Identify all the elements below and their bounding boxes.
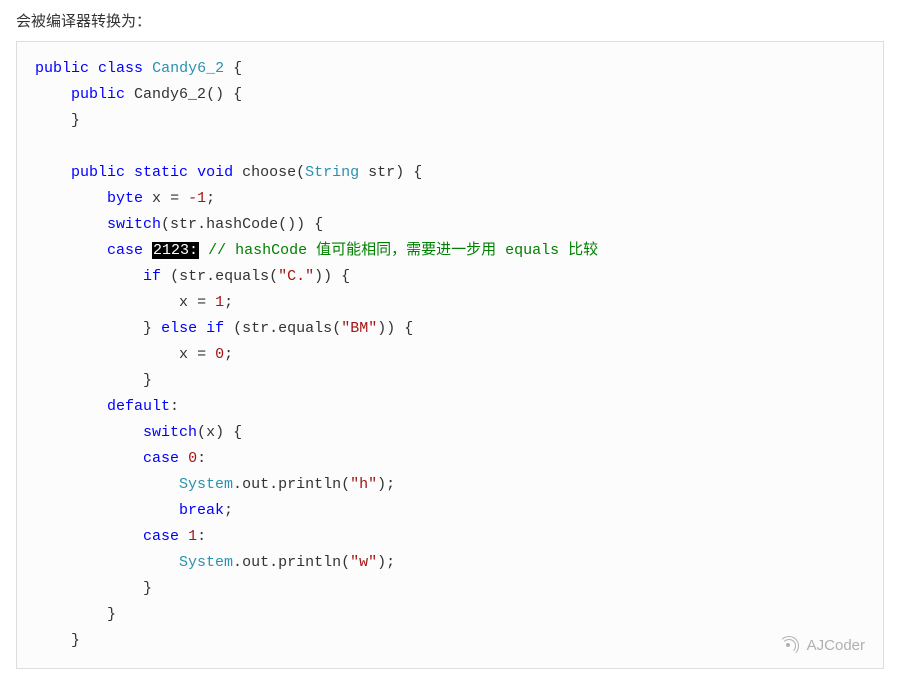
paren: ( (332, 320, 341, 337)
class-name: Candy6_2 (152, 60, 224, 77)
str-ref: str (179, 268, 206, 285)
paren: ) { (215, 424, 242, 441)
kw-else: else (161, 320, 197, 337)
brace: } (107, 606, 116, 623)
parens: () { (206, 86, 242, 103)
paren: ( (170, 268, 179, 285)
str-literal: "w" (350, 554, 377, 571)
kw-public: public (35, 60, 89, 77)
semi: ; (224, 502, 233, 519)
paren: ); (377, 476, 395, 493)
code-block: public class Candy6_2 { public Candy6_2(… (16, 41, 884, 669)
brace: } (71, 632, 80, 649)
dot: . (233, 554, 242, 571)
switch-expr: str (170, 216, 197, 233)
var-ref: x (179, 294, 188, 311)
kw-default: default (107, 398, 170, 415)
hash-call: hashCode (206, 216, 278, 233)
kw-class: class (98, 60, 143, 77)
kw-case: case (143, 528, 179, 545)
kw-case: case (143, 450, 179, 467)
equals-call: equals (278, 320, 332, 337)
brace: } (71, 112, 80, 129)
eq: = (197, 346, 206, 363)
paren: ( (341, 554, 350, 571)
println: println (278, 476, 341, 493)
switch-var: x (206, 424, 215, 441)
paren: ); (377, 554, 395, 571)
dot: . (269, 320, 278, 337)
dot: . (197, 216, 206, 233)
semi: ; (224, 346, 233, 363)
param-name: str (368, 164, 395, 181)
paren: ( (269, 268, 278, 285)
num: 1 (215, 294, 224, 311)
kw-switch: switch (107, 216, 161, 233)
brace: } (143, 320, 152, 337)
case-num: 0 (188, 450, 197, 467)
colon: : (170, 398, 179, 415)
str-literal: "C." (278, 268, 314, 285)
kw-case: case (107, 242, 143, 259)
brace: { (233, 60, 242, 77)
paren: ( (296, 164, 305, 181)
paren: ( (233, 320, 242, 337)
kw-if: if (143, 268, 161, 285)
colon: : (197, 528, 206, 545)
var-ref: x (179, 346, 188, 363)
brace: } (143, 372, 152, 389)
println: println (278, 554, 341, 571)
out: out (242, 476, 269, 493)
case-num: 1 (188, 528, 197, 545)
intro-text: 会被编译器转换为： (0, 0, 900, 41)
var-type: byte (107, 190, 143, 207)
kw-static: static (134, 164, 188, 181)
dot: . (206, 268, 215, 285)
kw-break: break (179, 502, 224, 519)
paren: )) { (314, 268, 350, 285)
system: System (179, 476, 233, 493)
semi: ; (206, 190, 215, 207)
str-literal: "h" (350, 476, 377, 493)
brace: } (143, 580, 152, 597)
num: 0 (215, 346, 224, 363)
out: out (242, 554, 269, 571)
comment: // hashCode 值可能相同，需要进一步用 equals 比较 (208, 242, 598, 259)
var-init: -1 (188, 190, 206, 207)
semi: ; (224, 294, 233, 311)
method-name: choose (242, 164, 296, 181)
paren: ( (341, 476, 350, 493)
paren: ()) { (278, 216, 323, 233)
kw-public: public (71, 86, 125, 103)
code-content: public class Candy6_2 { public Candy6_2(… (17, 42, 883, 668)
ctor-name: Candy6_2 (134, 86, 206, 103)
paren: ( (197, 424, 206, 441)
kw-if: if (206, 320, 224, 337)
colon: : (197, 450, 206, 467)
kw-switch: switch (143, 424, 197, 441)
var-name: x (152, 190, 161, 207)
str-literal: "BM" (341, 320, 377, 337)
highlighted-case: 2123: (152, 242, 199, 259)
dot: . (269, 476, 278, 493)
dot: . (233, 476, 242, 493)
param-type: String (305, 164, 359, 181)
kw-public: public (71, 164, 125, 181)
dot: . (269, 554, 278, 571)
system: System (179, 554, 233, 571)
paren: ) { (395, 164, 422, 181)
eq: = (170, 190, 179, 207)
kw-void: void (197, 164, 233, 181)
equals-call: equals (215, 268, 269, 285)
eq: = (197, 294, 206, 311)
str-ref: str (242, 320, 269, 337)
paren: ( (161, 216, 170, 233)
paren: )) { (377, 320, 413, 337)
